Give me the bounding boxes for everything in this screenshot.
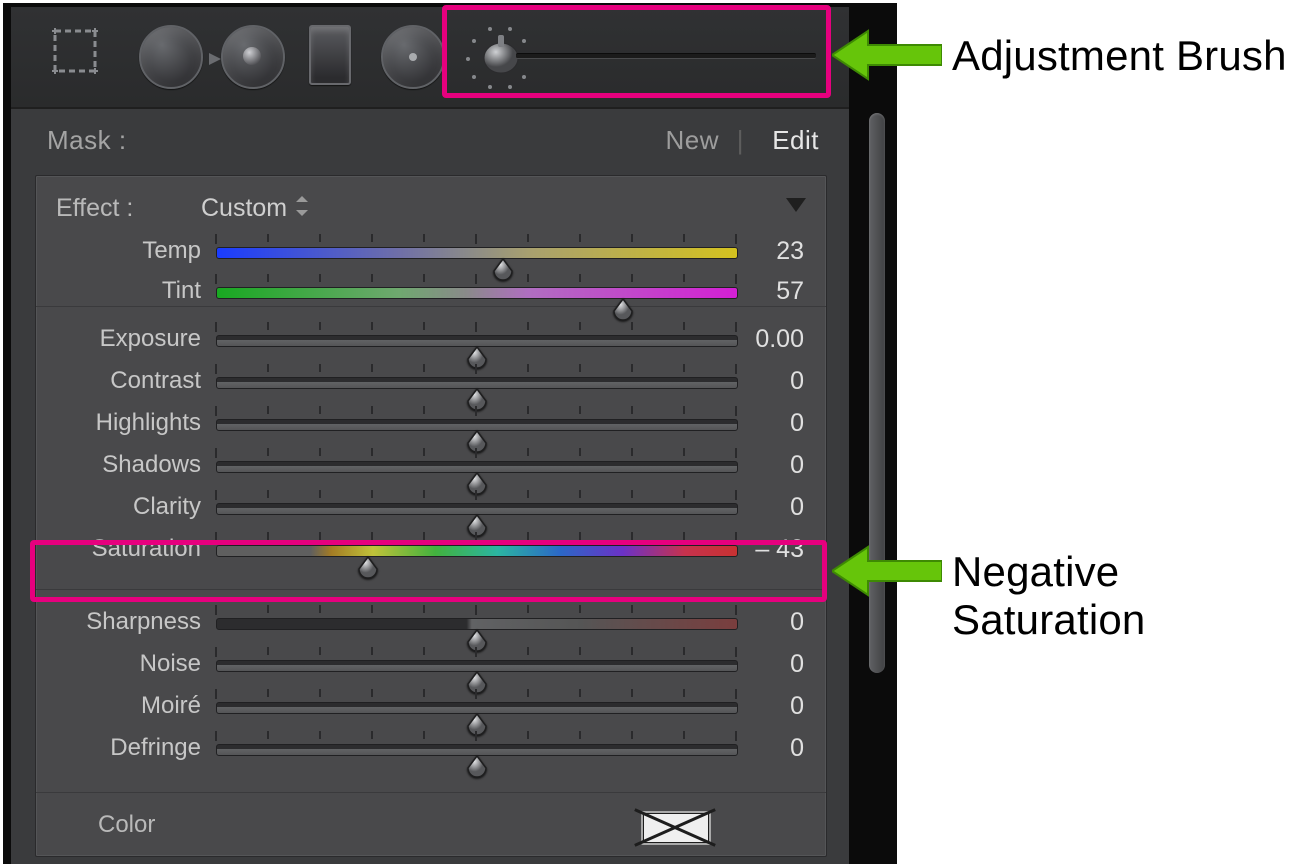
annotation-brush-text: Adjustment Brush xyxy=(952,32,1287,80)
highlights-value[interactable]: 0 xyxy=(790,409,804,438)
clarity-slider[interactable] xyxy=(216,503,738,515)
effect-preset-dropdown[interactable]: Custom xyxy=(201,194,287,223)
sharpness-row: Sharpness 0 xyxy=(36,602,826,644)
temp-label: Temp xyxy=(36,237,201,265)
moire-slider[interactable] xyxy=(216,702,738,714)
ticks xyxy=(215,364,737,374)
highlights-label: Highlights xyxy=(36,409,201,437)
adjustment-panel: Mask : New | Edit Effect : Custom Temp xyxy=(11,7,849,864)
contrast-value[interactable]: 0 xyxy=(790,367,804,396)
ticks xyxy=(215,448,737,458)
ticks xyxy=(215,647,737,657)
clarity-label: Clarity xyxy=(36,493,201,521)
graduated-filter-icon[interactable] xyxy=(309,25,351,85)
mask-header: Mask : New | Edit xyxy=(11,107,849,172)
exposure-slider[interactable] xyxy=(216,335,738,347)
disclosure-triangle-icon[interactable] xyxy=(786,198,806,212)
ticks xyxy=(215,406,737,416)
clarity-row: Clarity 0 xyxy=(36,487,826,529)
highlights-slider[interactable] xyxy=(216,419,738,431)
color-label: Color xyxy=(98,811,155,839)
annotation-saturation-text: Negative Saturation xyxy=(952,548,1310,644)
effect-label: Effect : xyxy=(56,194,133,223)
defringe-handle[interactable] xyxy=(464,754,490,780)
color-swatch[interactable] xyxy=(641,811,711,845)
radial-filter-icon[interactable] xyxy=(381,25,445,89)
defringe-label: Defringe xyxy=(36,734,201,762)
defringe-row: Defringe 0 xyxy=(36,728,826,770)
redeye-icon[interactable] xyxy=(221,25,285,89)
ticks xyxy=(215,234,737,244)
defringe-value[interactable]: 0 xyxy=(790,734,804,763)
shadows-slider[interactable] xyxy=(216,461,738,473)
temp-row: Temp 23 xyxy=(36,231,826,273)
ticks xyxy=(215,274,737,284)
noise-label: Noise xyxy=(36,650,201,678)
mask-label: Mask : xyxy=(47,125,127,156)
sharpness-slider[interactable] xyxy=(216,618,738,630)
highlights-row: Highlights 0 xyxy=(36,403,826,445)
divider: | xyxy=(737,125,744,156)
exposure-label: Exposure xyxy=(36,325,201,353)
sharpness-value[interactable]: 0 xyxy=(790,608,804,637)
shadows-row: Shadows 0 xyxy=(36,445,826,487)
tint-value[interactable]: 57 xyxy=(776,277,804,306)
shadows-value[interactable]: 0 xyxy=(790,451,804,480)
moire-row: Moiré 0 xyxy=(36,686,826,728)
clarity-value[interactable]: 0 xyxy=(790,493,804,522)
noise-value[interactable]: 0 xyxy=(790,650,804,679)
mask-edit-button[interactable]: Edit xyxy=(772,125,819,156)
tint-slider[interactable] xyxy=(216,287,738,299)
moire-value[interactable]: 0 xyxy=(790,692,804,721)
dropdown-arrows-icon[interactable] xyxy=(296,196,308,216)
noise-row: Noise 0 xyxy=(36,644,826,686)
tint-label: Tint xyxy=(36,277,201,305)
effect-body: Effect : Custom Temp 23 Tint xyxy=(35,175,827,857)
ticks xyxy=(215,605,737,615)
noise-slider[interactable] xyxy=(216,660,738,672)
callout-saturation xyxy=(30,540,827,602)
section-effect: Effect : Custom Temp 23 Tint xyxy=(36,176,826,307)
mask-new-button[interactable]: New xyxy=(665,125,719,156)
exposure-value[interactable]: 0.00 xyxy=(755,325,804,354)
section-detail: Sharpness 0 Noise 0 xyxy=(36,590,826,793)
arrow-brush xyxy=(832,25,942,90)
moire-label: Moiré xyxy=(36,692,201,720)
section-color: Color xyxy=(36,793,826,863)
exposure-row: Exposure 0.00 xyxy=(36,319,826,361)
sharpness-label: Sharpness xyxy=(36,608,201,636)
contrast-row: Contrast 0 xyxy=(36,361,826,403)
callout-brush xyxy=(442,5,831,98)
ticks xyxy=(215,490,737,500)
contrast-slider[interactable] xyxy=(216,377,738,389)
defringe-slider[interactable] xyxy=(216,744,738,756)
ticks xyxy=(215,689,737,699)
spot-removal-icon[interactable] xyxy=(139,25,203,89)
temp-slider[interactable] xyxy=(216,247,738,259)
temp-value[interactable]: 23 xyxy=(776,237,804,266)
crop-icon[interactable] xyxy=(49,25,109,89)
arrow-saturation xyxy=(832,541,942,606)
ticks xyxy=(215,322,737,332)
contrast-label: Contrast xyxy=(36,367,201,395)
ticks xyxy=(215,731,737,741)
shadows-label: Shadows xyxy=(36,451,201,479)
app-frame: Mask : New | Edit Effect : Custom Temp xyxy=(3,3,897,864)
